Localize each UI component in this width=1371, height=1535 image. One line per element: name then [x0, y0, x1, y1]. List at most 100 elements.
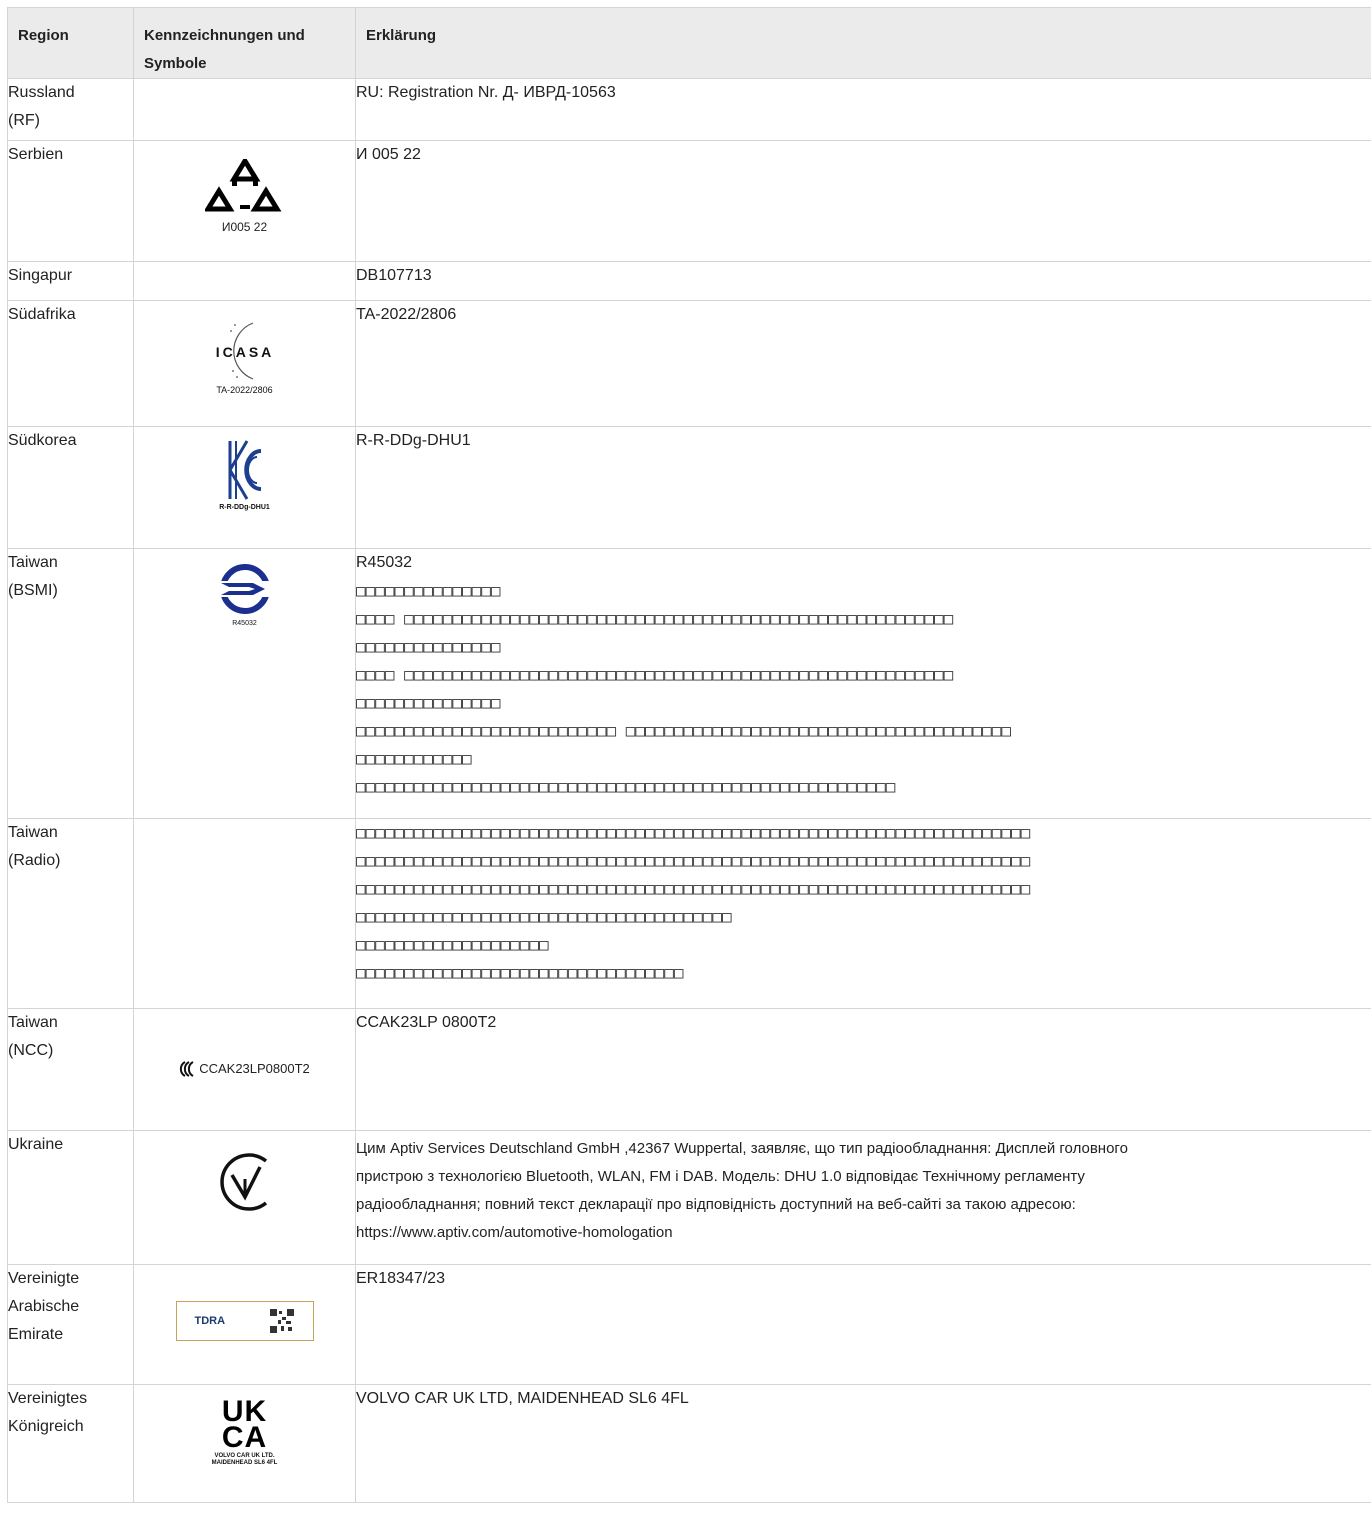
- table-row: Südafrika ICASA TA-2022/2806 TA-2022/280…: [8, 301, 1371, 427]
- region-name: Arabische: [8, 1298, 79, 1315]
- header-symbols-line1: Kennzeichnungen und: [144, 27, 305, 44]
- explanation-cell: CCAK23LP 0800T2: [356, 1009, 1371, 1131]
- table-row: Russland (RF) RU: Registration Nr. Д- ИВР…: [8, 79, 1371, 141]
- region-cell: Serbien: [8, 141, 134, 262]
- table-row: Taiwan(BSMI) R45032 R45032 □□□□□□□□□□□□□…: [8, 549, 1371, 819]
- region-cell: Südafrika: [8, 301, 134, 427]
- bsmi-mark-number: R45032: [232, 619, 257, 629]
- table-row: Taiwan (NCC) CCAK23LP0800T2 CCAK23LP 0800…: [8, 1009, 1371, 1131]
- regulatory-table: Region Kennzeichnungen und Symbole Erklär…: [7, 7, 1371, 1503]
- radio-line: □□□□□□□□□□□□□□□□□□□□: [356, 931, 1371, 959]
- explanation-cell: Цим Aptiv Services Deutschland GmbH ,423…: [356, 1131, 1371, 1265]
- region-name: Russland: [8, 84, 75, 101]
- serbia-mark-number: И005 22: [222, 221, 267, 233]
- symbol-cell: ICASA TA-2022/2806: [134, 301, 356, 427]
- table-row: Singapur DB107713: [8, 262, 1371, 301]
- table-header-row: Region Kennzeichnungen und Symbole Erklär…: [8, 8, 1371, 79]
- region-cell: Ukraine: [8, 1131, 134, 1265]
- header-explanation: Erklärung: [356, 8, 1371, 79]
- region-cell: Taiwan (BSMI): [8, 549, 134, 819]
- bsmi-line: □□□□□□□□□□□□□□□: [356, 689, 1371, 717]
- ukca-mark-line: CA: [222, 1425, 267, 1451]
- region-name: Taiwan: [8, 554, 58, 571]
- symbol-cell: R-R-DDg-DHU1: [134, 427, 356, 549]
- ukraine-line: пристрою з технологією Bluetooth, WLAN, …: [356, 1163, 1371, 1191]
- ukca-address: MAIDENHEAD SL6 4FL: [212, 1460, 278, 1467]
- bsmi-line: □□□□□□□□□□□□□□□□□□□□□□□□□□□□□□□□□□□□□□□□…: [356, 773, 1371, 801]
- ncc-wave-icon: [179, 1060, 197, 1078]
- serbia-triangle-mark-icon: [205, 159, 285, 227]
- explanation-cell: TA-2022/2806: [356, 301, 1371, 427]
- symbol-cell: [134, 262, 356, 301]
- region-name: Taiwan: [8, 1014, 58, 1031]
- icasa-logo-icon: ICASA: [195, 319, 295, 383]
- ukraine-line: Цим Aptiv Services Deutschland GmbH ,423…: [356, 1135, 1371, 1163]
- bsmi-line: □□□□□□□□□□□□□□□: [356, 577, 1371, 605]
- header-symbols: Kennzeichnungen und Symbole: [134, 8, 356, 79]
- region-sub: (Radio): [8, 852, 60, 869]
- header-symbols-line2: Symbole: [144, 55, 207, 72]
- table-row: Taiwan(Radio) □□□□□□□□□□□□□□□□□□□□□□□□□□…: [8, 819, 1371, 1009]
- explanation-cell: R-R-DDg-DHU1: [356, 427, 1371, 549]
- table-row: Serbien И005 22 И 005 22: [8, 141, 1371, 262]
- region-name: Königreich: [8, 1418, 84, 1435]
- qr-code-icon: [269, 1308, 295, 1334]
- region-sub: (NCC): [8, 1042, 53, 1059]
- region-cell: Südkorea: [8, 427, 134, 549]
- radio-line: □□□□□□□□□□□□□□□□□□□□□□□□□□□□□□□□□□□□□□□: [356, 903, 1371, 931]
- symbol-cell: R45032: [134, 549, 356, 819]
- table-row: Vereinigtes Königreich UK CA VOLVO CAR UK…: [8, 1385, 1371, 1503]
- region-name: Taiwan: [8, 824, 58, 841]
- tdra-logo: TDRA: [195, 1315, 226, 1327]
- radio-line: □□□□□□□□□□□□□□□□□□□□□□□□□□□□□□□□□□□□□□□□…: [356, 847, 1371, 875]
- region-cell: Taiwan (NCC): [8, 1009, 134, 1131]
- bsmi-line: □□□□□□□□□□□□: [356, 745, 1371, 773]
- region-name: Vereinigtes: [8, 1390, 87, 1407]
- explanation-cell: RU: Registration Nr. Д- ИВРД-10563: [356, 79, 1371, 141]
- ukraine-line: радіообладнання; повний текст декларації…: [356, 1191, 1371, 1219]
- symbol-cell: TDRA: [134, 1265, 356, 1385]
- radio-line: □□□□□□□□□□□□□□□□□□□□□□□□□□□□□□□□□□□□□□□□…: [356, 875, 1371, 903]
- symbol-cell: UK CA VOLVO CAR UK LTD. MAIDENHEAD SL6 4…: [134, 1385, 356, 1503]
- symbol-cell: [134, 1131, 356, 1265]
- kc-mark-icon: [227, 439, 263, 501]
- bsmi-line: □□□□ □□□□□□□□□□□□□□□□□□□□□□□□□□□□□□□□□□□…: [356, 605, 1371, 633]
- region-cell: Singapur: [8, 262, 134, 301]
- region-cell: Vereinigte Arabische Emirate: [8, 1265, 134, 1385]
- explanation-cell: И 005 22: [356, 141, 1371, 262]
- region-cell: Taiwan (Radio): [8, 819, 134, 1009]
- icasa-mark-number: TA-2022/2806: [216, 385, 272, 395]
- icasa-logo-text: ICASA: [215, 344, 274, 360]
- region-sub: (RF): [8, 112, 40, 129]
- ukraine-line: https://www.aptiv.com/automotive-homolog…: [356, 1219, 1371, 1247]
- bsmi-line: □□□□□□□□□□□□□□□: [356, 633, 1371, 661]
- ukraine-conformity-mark-icon: [214, 1151, 276, 1213]
- explanation-cell: □□□□□□□□□□□□□□□□□□□□□□□□□□□□□□□□□□□□□□□□…: [356, 819, 1371, 1009]
- explanation-cell: ER18347/23: [356, 1265, 1371, 1385]
- ukca-mark: UK CA: [222, 1399, 267, 1451]
- region-cell: Russland (RF): [8, 79, 134, 141]
- bsmi-line: R45032: [356, 549, 1371, 577]
- bsmi-line: □□□□□□□□□□□□□□□□□□□□□□□□□□□ □□□□□□□□□□□□…: [356, 717, 1371, 745]
- table-row: Ukraine Цим Aptiv Services Deutschland G…: [8, 1131, 1371, 1265]
- symbol-cell: И005 22: [134, 141, 356, 262]
- radio-line: □□□□□□□□□□□□□□□□□□□□□□□□□□□□□□□□□□□□□□□□…: [356, 819, 1371, 847]
- region-cell: Vereinigtes Königreich: [8, 1385, 134, 1503]
- bsmi-line: □□□□ □□□□□□□□□□□□□□□□□□□□□□□□□□□□□□□□□□□…: [356, 661, 1371, 689]
- symbol-cell: CCAK23LP0800T2: [134, 1009, 356, 1131]
- symbol-cell: [134, 819, 356, 1009]
- symbol-cell: [134, 79, 356, 141]
- region-sub: (BSMI): [8, 582, 58, 599]
- explanation-cell: DB107713: [356, 262, 1371, 301]
- header-region: Region: [8, 8, 134, 79]
- table-row: Vereinigte Arabische Emirate TDRA ER18347/…: [8, 1265, 1371, 1385]
- region-name: Vereinigte: [8, 1270, 79, 1287]
- ukca-company: VOLVO CAR UK LTD.: [214, 1453, 274, 1460]
- kc-mark-number: R-R-DDg-DHU1: [219, 503, 270, 513]
- explanation-cell: R45032 □□□□□□□□□□□□□□□ □□□□ □□□□□□□□□□□□…: [356, 549, 1371, 819]
- tdra-label: TDRA: [176, 1301, 314, 1341]
- radio-line: □□□□□□□□□□□□□□□□□□□□□□□□□□□□□□□□□□: [356, 959, 1371, 987]
- region-name: Emirate: [8, 1326, 63, 1343]
- bsmi-mark-icon: [219, 563, 271, 615]
- ncc-mark-number: CCAK23LP0800T2: [199, 1055, 310, 1083]
